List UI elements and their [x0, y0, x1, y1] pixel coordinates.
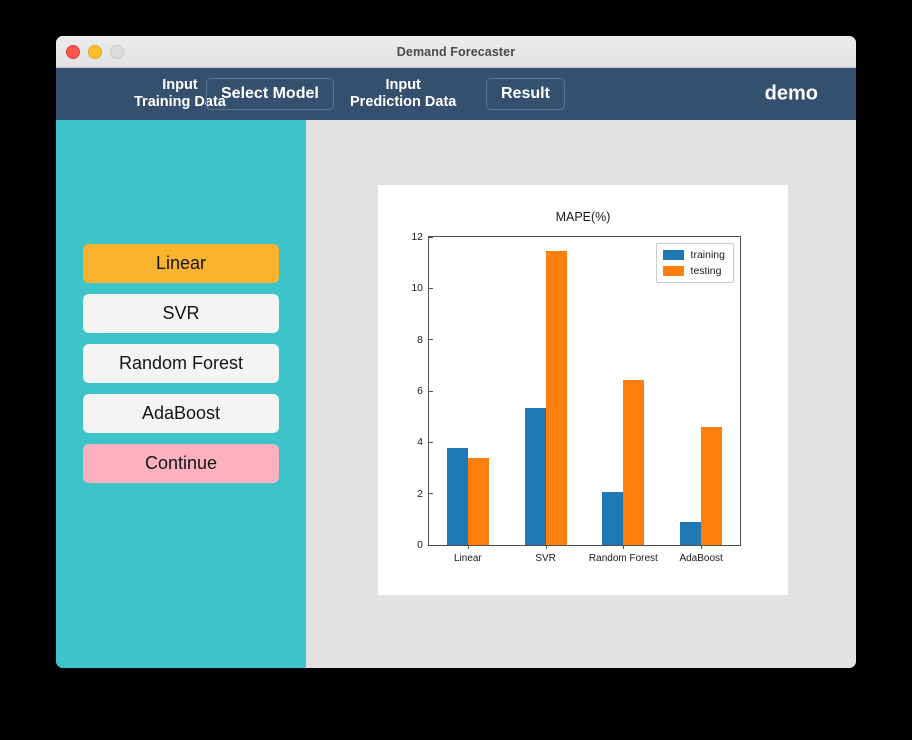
title-bar: Demand Forecaster	[56, 36, 856, 68]
nav-button-select-model[interactable]: Select Model	[206, 78, 334, 110]
model-button-adaboost[interactable]: AdaBoost	[83, 394, 279, 433]
y-axis-tick-label: 12	[411, 231, 433, 243]
plot-area: 0 2 4 6 8 10 12 Linear SVR Random Forest AdaBoost…	[411, 231, 741, 564]
bar-training-linear	[446, 448, 468, 545]
bar-training-svr	[524, 407, 546, 545]
y-axis-tick-label: 0	[417, 539, 433, 551]
legend-label-testing: testing	[690, 265, 722, 277]
y-axis-tick-label: 8	[417, 334, 433, 346]
bar-group: Linear	[429, 237, 507, 564]
bar-testing-adaboost	[701, 426, 723, 545]
legend-swatch-testing	[662, 266, 684, 276]
chart-card: MAPE(%) 0 2 4 6 8 10 12 Linear SVR Random Forest…	[378, 185, 788, 595]
x-axis-tick-mark	[545, 545, 547, 549]
y-axis-tick-label: 2	[417, 488, 433, 500]
legend-item: training	[662, 249, 725, 261]
minimize-window-button[interactable]	[88, 44, 102, 59]
close-window-button[interactable]	[66, 44, 80, 59]
x-axis-tick-mark	[467, 545, 469, 549]
mape-bar-chart: MAPE(%) 0 2 4 6 8 10 12 Linear SVR Random Forest…	[378, 185, 788, 595]
chart-title: MAPE(%)	[555, 210, 611, 224]
brand-label: demo	[764, 82, 818, 105]
bar-group: Random Forest	[585, 237, 663, 564]
y-axis-tick-label: 4	[417, 436, 433, 448]
model-button-linear[interactable]: Linear	[83, 244, 279, 283]
window-body: Linear SVR Random Forest AdaBoost Contin…	[56, 120, 856, 668]
navigation-bar: Input Training Data Select Model Input P…	[56, 68, 856, 120]
y-axis-tick-label: 10	[411, 282, 433, 294]
x-axis-tick-label: SVR	[535, 553, 556, 564]
legend-swatch-training	[662, 250, 684, 260]
continue-button[interactable]: Continue	[83, 444, 279, 483]
content-area: MAPE(%) 0 2 4 6 8 10 12 Linear SVR Random Forest…	[306, 120, 856, 668]
bar-training-adaboost	[680, 522, 702, 545]
model-selection-list: Linear SVR Random Forest AdaBoost Contin…	[83, 244, 279, 483]
model-button-svr[interactable]: SVR	[83, 294, 279, 333]
x-axis-tick-mark	[701, 545, 703, 549]
x-axis-tick-label: Linear	[453, 553, 482, 564]
nav-item-input-prediction-data[interactable]: Input Prediction Data	[350, 77, 456, 111]
bar-groups: Linear SVR Random Forest AdaBoost	[429, 237, 740, 564]
application-window: Demand Forecaster Input Training Data Se…	[56, 36, 856, 668]
traffic-lights	[66, 36, 124, 67]
x-axis-tick-label: AdaBoost	[679, 553, 723, 564]
bar-testing-random-forest	[623, 380, 645, 545]
chart-legend: training testing	[655, 243, 734, 283]
maximize-window-button[interactable]	[110, 44, 124, 59]
bar-training-random-forest	[602, 492, 624, 545]
x-axis-tick-mark	[623, 545, 625, 549]
legend-item: testing	[662, 265, 725, 277]
bar-testing-svr	[545, 250, 567, 545]
sidebar: Linear SVR Random Forest AdaBoost Contin…	[56, 120, 306, 668]
legend-label-training: training	[690, 249, 725, 261]
bar-testing-linear	[467, 457, 489, 545]
window-title: Demand Forecaster	[396, 44, 516, 59]
bar-group: AdaBoost	[662, 237, 740, 564]
x-axis-tick-label: Random Forest	[588, 553, 658, 564]
bar-group: SVR	[507, 237, 585, 564]
model-button-random-forest[interactable]: Random Forest	[83, 344, 279, 383]
nav-button-result[interactable]: Result	[486, 78, 565, 110]
y-axis-tick-label: 6	[417, 385, 433, 397]
